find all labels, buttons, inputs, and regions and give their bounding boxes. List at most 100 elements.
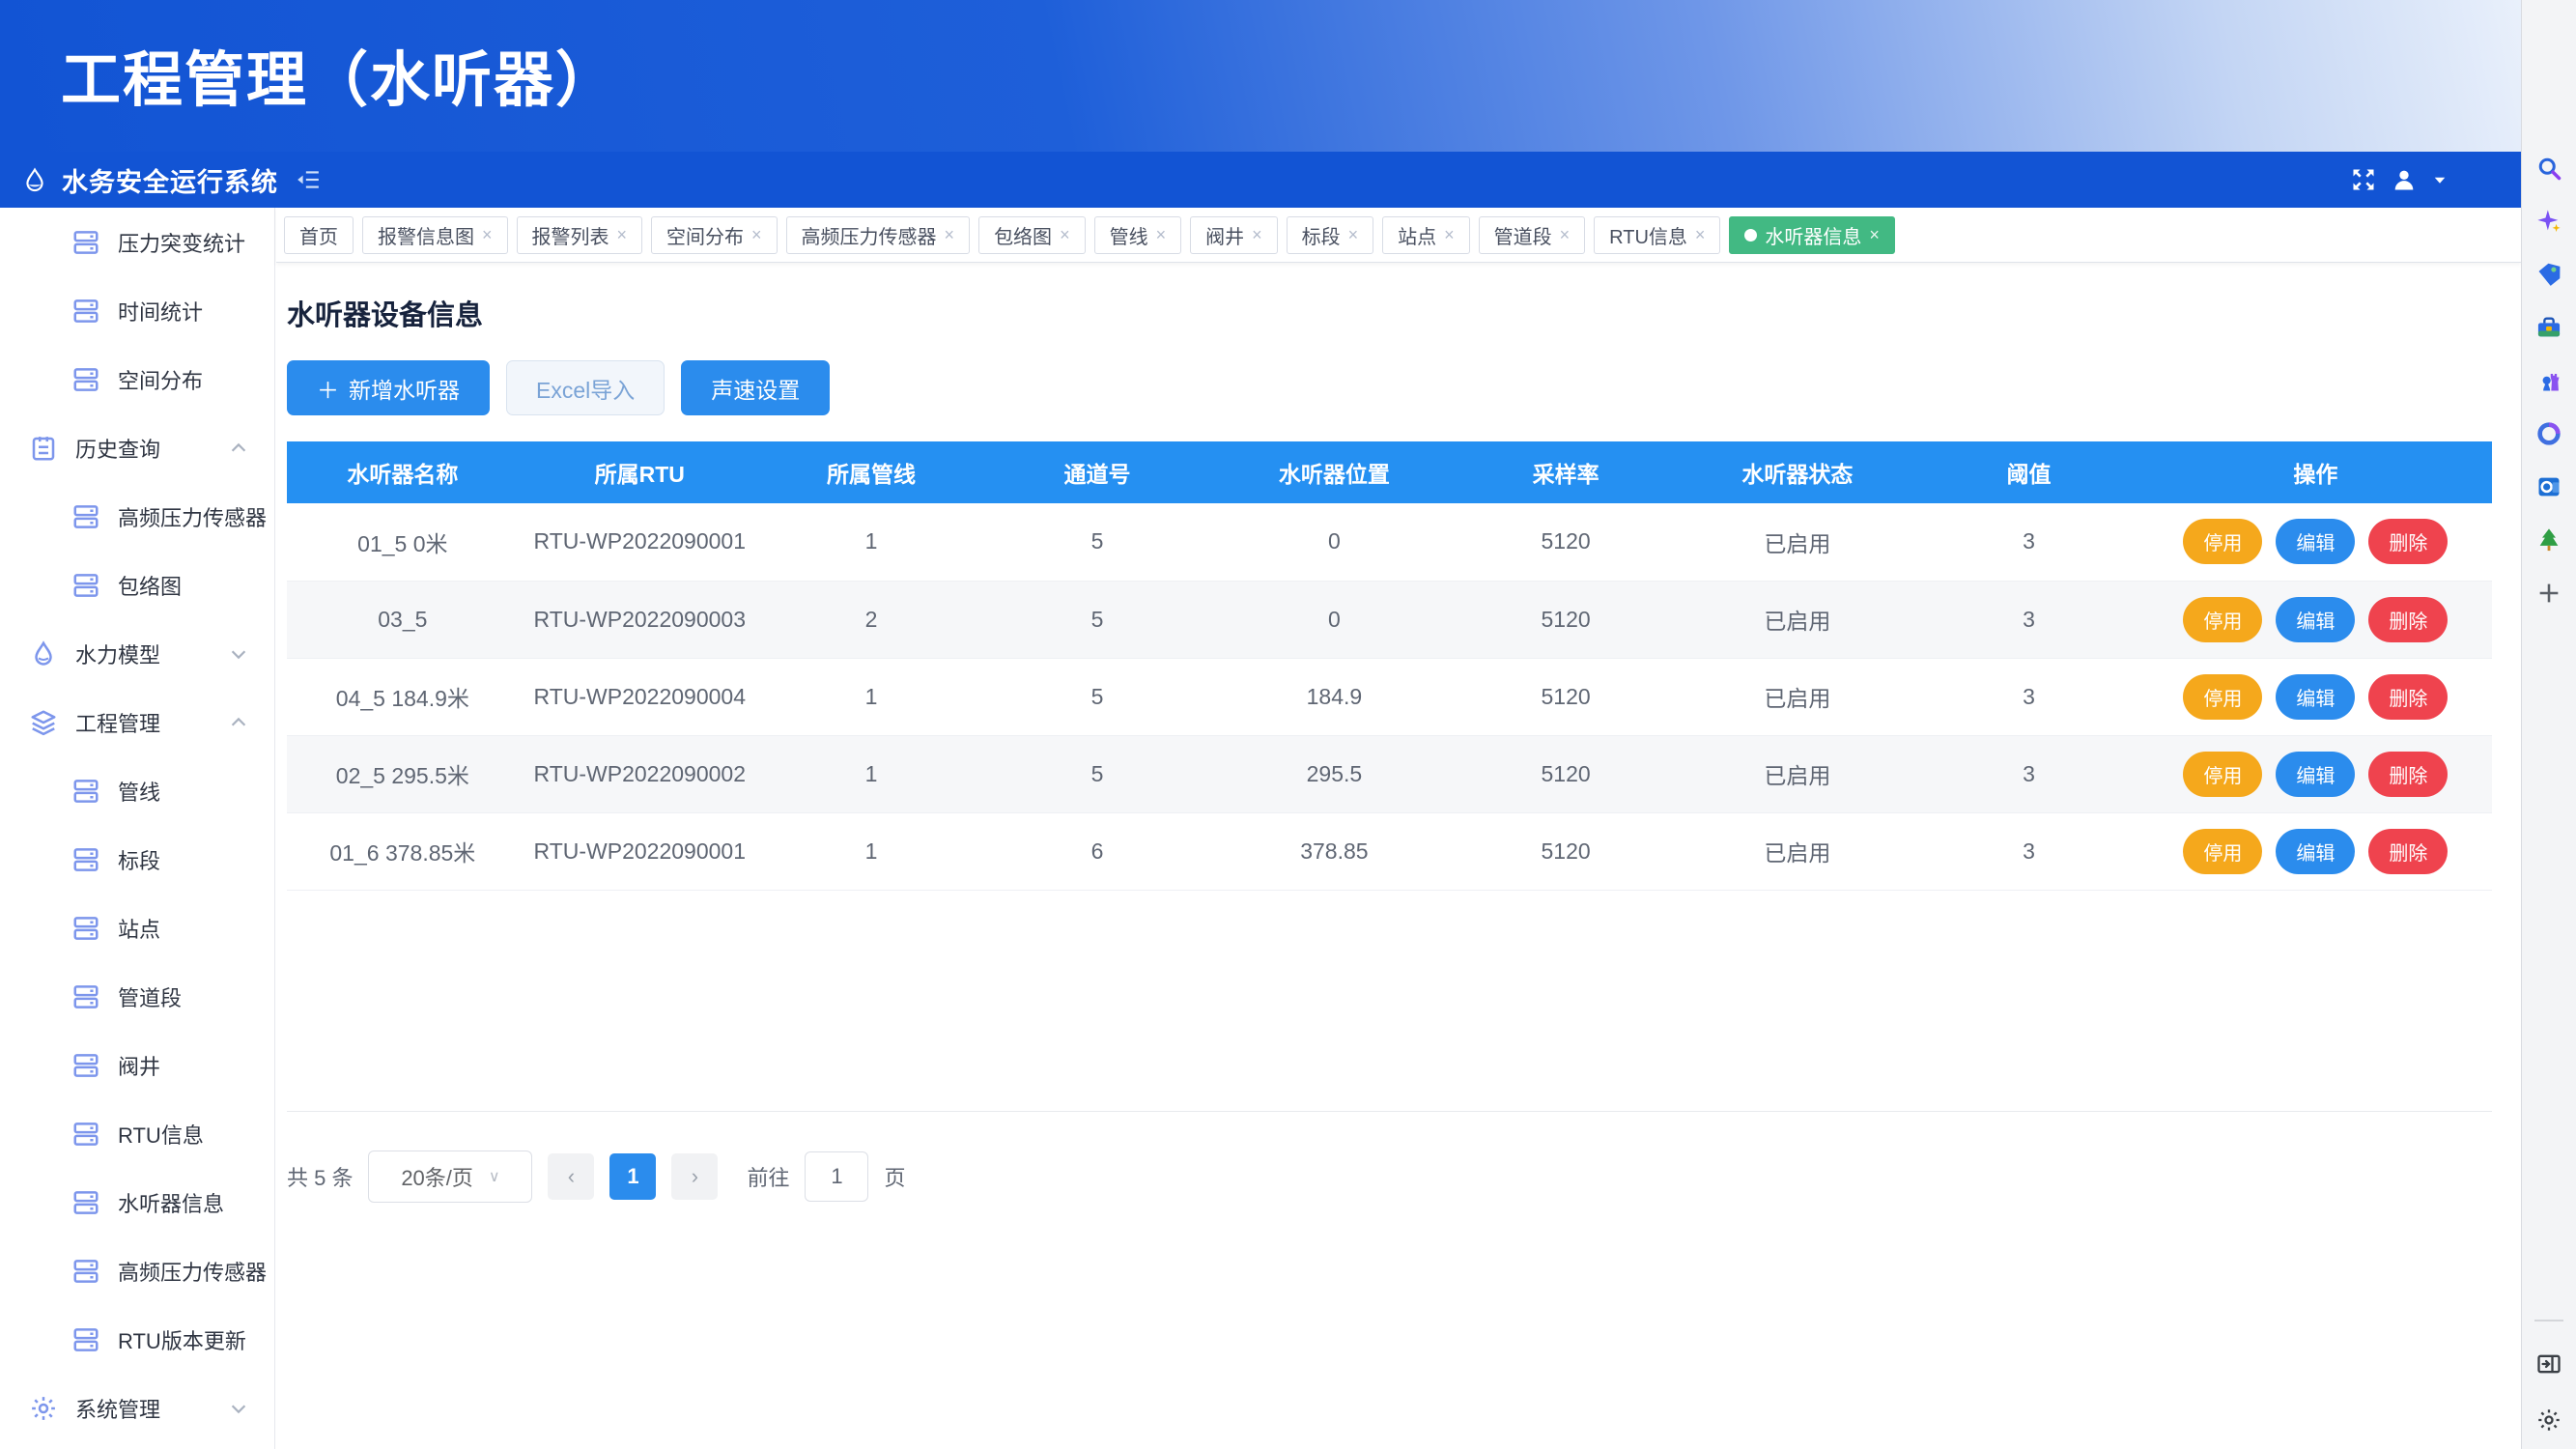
table-cell: 0 <box>1213 581 1456 658</box>
sidebar-item-包络图[interactable]: 包络图 <box>0 551 274 619</box>
sidebar-item-label: 包络图 <box>118 570 182 601</box>
delete-button[interactable]: 删除 <box>2368 674 2448 720</box>
sidebar-item-工程管理[interactable]: 工程管理 <box>0 688 274 756</box>
user-avatar-icon[interactable] <box>2391 166 2418 193</box>
chevron-down-icon: ∨ <box>489 1167 500 1186</box>
close-icon[interactable]: × <box>1869 225 1880 245</box>
table-cell: 5120 <box>1456 503 1676 581</box>
sidebar-item-水力模型[interactable]: 水力模型 <box>0 619 274 688</box>
toolbox-icon[interactable] <box>2535 314 2562 341</box>
sidebar-fold-icon[interactable] <box>296 167 321 192</box>
page-size-select[interactable]: 20条/页 ∨ <box>368 1151 532 1203</box>
tab-包络图[interactable]: 包络图× <box>978 216 1086 254</box>
sidebar-item-压力突变统计[interactable]: 压力突变统计 <box>0 208 274 276</box>
tab-报警信息图[interactable]: 报警信息图× <box>362 216 508 254</box>
disable-button[interactable]: 停用 <box>2183 597 2262 642</box>
side-panel-icon[interactable] <box>2535 1350 2562 1378</box>
tree-icon[interactable] <box>2535 526 2562 554</box>
tab-水听器信息[interactable]: 水听器信息× <box>1729 216 1895 254</box>
microsoft-365-icon[interactable] <box>2535 420 2562 447</box>
disable-button[interactable]: 停用 <box>2183 829 2262 874</box>
excel-import-button[interactable]: Excel导入 <box>506 360 665 415</box>
tab-报警列表[interactable]: 报警列表× <box>517 216 643 254</box>
sidebar-item-label: 时间统计 <box>118 296 203 327</box>
disable-button[interactable]: 停用 <box>2183 519 2262 564</box>
goto-page-input[interactable] <box>805 1151 868 1202</box>
sidebar-item-管道段[interactable]: 管道段 <box>0 962 274 1031</box>
close-icon[interactable]: × <box>751 225 762 245</box>
delete-button[interactable]: 删除 <box>2368 752 2448 797</box>
tab-站点[interactable]: 站点× <box>1382 216 1470 254</box>
delete-button[interactable]: 删除 <box>2368 597 2448 642</box>
clipboard-icon <box>29 434 58 463</box>
sidebar-item-高频压力传感器[interactable]: 高频压力传感器 <box>0 1236 274 1305</box>
sidebar-item-水听器信息[interactable]: 水听器信息 <box>0 1168 274 1236</box>
add-hydrophone-button[interactable]: ＋ 新增水听器 <box>287 360 490 415</box>
delete-button[interactable]: 删除 <box>2368 519 2448 564</box>
rail-top-icons <box>2522 155 2576 607</box>
sidebar-item-RTU版本更新[interactable]: RTU版本更新 <box>0 1305 274 1374</box>
tab-label: 空间分布 <box>666 221 744 249</box>
chevron-icon <box>228 1398 249 1419</box>
close-icon[interactable]: × <box>1060 225 1070 245</box>
tab-RTU信息[interactable]: RTU信息× <box>1594 216 1720 254</box>
table-cell: 3 <box>1918 812 2138 890</box>
sidebar-item-系统管理[interactable]: 系统管理 <box>0 1374 274 1442</box>
close-icon[interactable]: × <box>1560 225 1571 245</box>
prev-page-button[interactable]: ‹ <box>548 1153 594 1200</box>
add-icon[interactable] <box>2535 580 2562 607</box>
table-cell: 04_5 184.9米 <box>287 658 519 735</box>
table-cell: 已启用 <box>1676 658 1918 735</box>
settings-gear-icon[interactable] <box>2535 1406 2562 1434</box>
sound-speed-button[interactable]: 声速设置 <box>681 360 830 415</box>
column-header: 操作 <box>2139 441 2492 503</box>
games-icon[interactable] <box>2535 367 2562 394</box>
edit-button[interactable]: 编辑 <box>2276 519 2355 564</box>
sidebar-item-空间分布[interactable]: 空间分布 <box>0 345 274 413</box>
next-page-button[interactable]: › <box>671 1153 718 1200</box>
close-icon[interactable]: × <box>1695 225 1706 245</box>
tab-管道段[interactable]: 管道段× <box>1479 216 1586 254</box>
user-menu-caret-icon[interactable] <box>2431 166 2449 193</box>
sidebar-item-标段[interactable]: 标段 <box>0 825 274 894</box>
column-header: 采样率 <box>1456 441 1676 503</box>
sidebar-item-阀井[interactable]: 阀井 <box>0 1031 274 1099</box>
edit-button[interactable]: 编辑 <box>2276 829 2355 874</box>
outlook-icon[interactable] <box>2535 473 2562 500</box>
table-cell: 1 <box>761 735 981 812</box>
column-header: 水听器位置 <box>1213 441 1456 503</box>
close-icon[interactable]: × <box>1444 225 1455 245</box>
fullscreen-icon[interactable] <box>2350 166 2377 193</box>
sidebar-item-高频压力传感器[interactable]: 高频压力传感器 <box>0 482 274 551</box>
tab-空间分布[interactable]: 空间分布 × <box>651 216 778 254</box>
close-icon[interactable]: × <box>945 225 955 245</box>
edit-button[interactable]: 编辑 <box>2276 597 2355 642</box>
tab-标段[interactable]: 标段× <box>1287 216 1374 254</box>
delete-button[interactable]: 删除 <box>2368 829 2448 874</box>
edit-button[interactable]: 编辑 <box>2276 752 2355 797</box>
close-icon[interactable]: × <box>1348 225 1359 245</box>
table-cell: 5 <box>981 658 1213 735</box>
tab-高频压力传感器[interactable]: 高频压力传感器× <box>786 216 971 254</box>
sidebar-item-管线[interactable]: 管线 <box>0 756 274 825</box>
column-header: 所属RTU <box>519 441 761 503</box>
disable-button[interactable]: 停用 <box>2183 752 2262 797</box>
tab-阀井[interactable]: 阀井× <box>1190 216 1278 254</box>
disable-button[interactable]: 停用 <box>2183 674 2262 720</box>
sidebar-item-RTU信息[interactable]: RTU信息 <box>0 1099 274 1168</box>
current-page-button[interactable]: 1 <box>609 1153 656 1200</box>
copilot-icon[interactable] <box>2535 208 2562 235</box>
edit-button[interactable]: 编辑 <box>2276 674 2355 720</box>
close-icon[interactable]: × <box>1156 225 1167 245</box>
sidebar-item-时间统计[interactable]: 时间统计 <box>0 276 274 345</box>
close-icon[interactable]: × <box>1252 225 1262 245</box>
tab-首页[interactable]: 首页 <box>284 216 354 254</box>
shopping-icon[interactable] <box>2535 261 2562 288</box>
column-header: 阈值 <box>1918 441 2138 503</box>
tab-管线[interactable]: 管线× <box>1094 216 1182 254</box>
sidebar-item-历史查询[interactable]: 历史查询 <box>0 413 274 482</box>
close-icon[interactable]: × <box>482 225 493 245</box>
sidebar-item-站点[interactable]: 站点 <box>0 894 274 962</box>
search-icon[interactable] <box>2535 155 2562 182</box>
close-icon[interactable]: × <box>617 225 628 245</box>
